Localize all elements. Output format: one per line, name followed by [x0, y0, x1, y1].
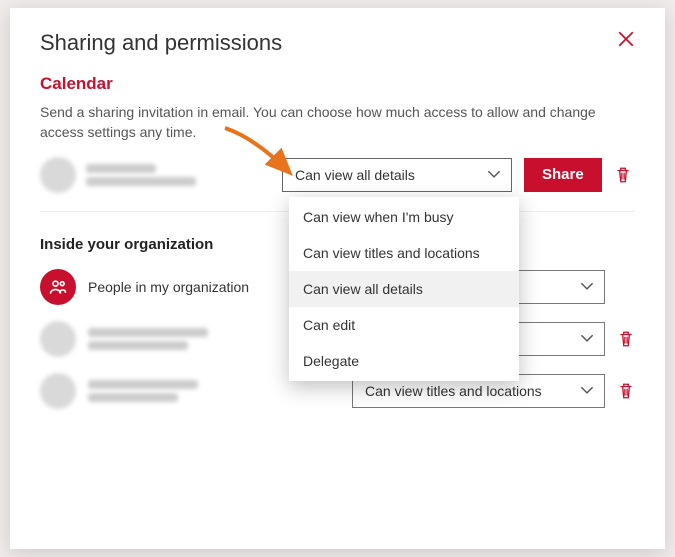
permission-option[interactable]: Can view titles and locations: [289, 235, 519, 271]
invite-person: [40, 157, 270, 193]
permission-option-selected[interactable]: Can view all details: [289, 271, 519, 307]
redacted-name: [86, 164, 196, 186]
chevron-down-icon: [578, 328, 596, 349]
redacted-name: [88, 380, 198, 402]
avatar: [40, 321, 76, 357]
calendar-heading: Calendar: [40, 74, 635, 94]
chevron-down-icon: [578, 380, 596, 401]
chevron-down-icon: [578, 276, 596, 297]
share-button[interactable]: Share: [524, 158, 602, 192]
permission-dropdown[interactable]: Can view when I'm busy Can view titles a…: [289, 197, 519, 381]
avatar: [40, 157, 76, 193]
user2-permission-value: Can view titles and locations: [365, 383, 542, 399]
redacted-name: [88, 328, 208, 350]
invite-permission-select[interactable]: Can view all details: [282, 158, 512, 192]
trash-icon[interactable]: [617, 330, 635, 348]
permission-option[interactable]: Can view when I'm busy: [289, 199, 519, 235]
org-row-label: People in my organization: [88, 279, 249, 295]
close-icon[interactable]: [617, 30, 635, 48]
calendar-description: Send a sharing invitation in email. You …: [40, 102, 635, 143]
trash-icon[interactable]: [614, 166, 632, 184]
invite-permission-value: Can view all details: [295, 167, 415, 183]
panel-title: Sharing and permissions: [40, 30, 282, 56]
trash-icon[interactable]: [617, 382, 635, 400]
permission-option[interactable]: Delegate: [289, 343, 519, 379]
permission-option[interactable]: Can edit: [289, 307, 519, 343]
people-icon: [40, 269, 76, 305]
avatar: [40, 373, 76, 409]
panel-header: Sharing and permissions: [40, 30, 635, 56]
chevron-down-icon: [485, 164, 503, 185]
invite-row: Can view all details Share: [40, 157, 635, 193]
